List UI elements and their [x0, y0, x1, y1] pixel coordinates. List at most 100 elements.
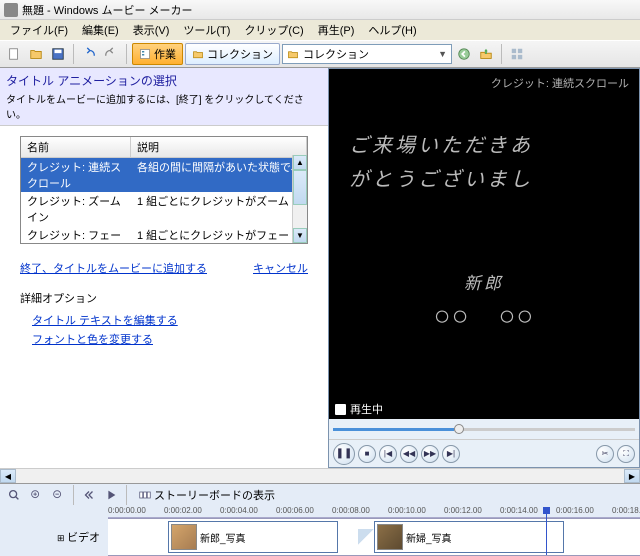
tl-play-button[interactable] — [101, 485, 121, 505]
play-pause-button[interactable]: ❚❚ — [333, 443, 355, 465]
collection-dropdown[interactable]: コレクション ▼ — [282, 44, 452, 64]
row-desc: 1 組ごとにクレジットがフェード イン、フェード アウトします — [131, 227, 307, 244]
clip-thumbnail — [171, 524, 197, 550]
video-track-content[interactable]: 新郎_写真 新婦_写真 — [108, 518, 640, 556]
menu-view[interactable]: 表示(V) — [127, 20, 176, 40]
hscroll-right-icon[interactable]: ▶ — [624, 469, 640, 483]
tl-zoom-out-button[interactable] — [48, 485, 68, 505]
app-icon — [4, 3, 18, 17]
preview-monitor: クレジット: 連続スクロール ご来場いただきあ がとうございまし 新郎 ○○ ○… — [329, 69, 639, 399]
split-button[interactable]: ✂ — [596, 445, 614, 463]
titlebar: 無題 - Windows ムービー メーカー — [0, 0, 640, 20]
list-row[interactable]: クレジット: フェード インとアウト1 組ごとにクレジットがフェード イン、フェ… — [21, 226, 307, 244]
nav-back-button[interactable] — [454, 44, 474, 64]
video-track: ⊞ ビデオ 新郎_写真 新婦_写真 — [0, 518, 640, 556]
task-pane: タイトル アニメーションの選択 タイトルをムービーに追加するには、[終了] をク… — [0, 68, 328, 468]
preview-title: クレジット: 連続スクロール — [491, 75, 629, 91]
new-button[interactable] — [4, 44, 24, 64]
scroll-thumb[interactable] — [293, 170, 307, 205]
list-header: 名前 説明 — [21, 137, 307, 158]
menu-play[interactable]: 再生(P) — [312, 20, 361, 40]
play-status: 再生中 — [329, 399, 639, 419]
stop-button[interactable]: ■ — [358, 445, 376, 463]
separator — [501, 44, 502, 64]
menu-clip[interactable]: クリップ(C) — [238, 20, 309, 40]
edit-title-text-link[interactable]: タイトル テキストを編集する — [32, 312, 308, 328]
menu-help[interactable]: ヘルプ(H) — [362, 20, 422, 40]
next-button[interactable]: ▶| — [442, 445, 460, 463]
view-thumb-button[interactable] — [507, 44, 527, 64]
hscroll-left-icon[interactable]: ◀ — [0, 469, 16, 483]
ruler-tick: 0:00:12.00 — [444, 506, 482, 515]
preview-line1: ご来場いただきあ — [349, 129, 639, 163]
tasks-button[interactable]: 作業 — [132, 43, 183, 65]
separator — [73, 485, 74, 505]
options-section: 詳細オプション タイトル テキストを編集する フォントと色を変更する — [20, 290, 308, 350]
col-name[interactable]: 名前 — [21, 137, 131, 157]
row-name: クレジット: ズーム イン — [21, 193, 131, 225]
rewind-button[interactable]: ◀◀ — [400, 445, 418, 463]
play-status-icon — [335, 404, 346, 415]
redo-button[interactable] — [101, 44, 121, 64]
tl-zoom-in-button[interactable] — [26, 485, 46, 505]
ruler-tick: 0:00:08.00 — [332, 506, 370, 515]
prev-button[interactable]: |◀ — [379, 445, 397, 463]
ruler-tick: 0:00:06.00 — [276, 506, 314, 515]
chevron-down-icon: ▼ — [438, 49, 447, 59]
nav-up-button[interactable] — [476, 44, 496, 64]
link-row: 終了、タイトルをムービーに追加する キャンセル — [20, 260, 308, 276]
timeline-ruler[interactable]: 0:00:00.00 0:00:02.00 0:00:04.00 0:00:06.00… — [108, 506, 640, 518]
clip-2[interactable]: 新婦_写真 — [374, 521, 564, 553]
clip-1[interactable]: 新郎_写真 — [168, 521, 338, 553]
col-desc[interactable]: 説明 — [131, 137, 307, 157]
ruler-tick: 0:00:00.00 — [108, 506, 146, 515]
ruler-tick: 0:00:10.00 — [388, 506, 426, 515]
collections-button[interactable]: コレクション — [185, 43, 280, 65]
clip-label: 新婦_写真 — [406, 530, 452, 545]
ruler-tick: 0:00:04.00 — [220, 506, 258, 515]
fullscreen-button[interactable]: ⛶ — [617, 445, 635, 463]
preview-pane: クレジット: 連続スクロール ご来場いただきあ がとうございまし 新郎 ○○ ○… — [328, 68, 640, 468]
ruler-tick: 0:00:02.00 — [164, 506, 202, 515]
list-row[interactable]: クレジット: 連続スクロール各組の間に間隔があいた状態で、下から上へスクロ — [21, 158, 307, 192]
tl-zoom-button[interactable] — [4, 485, 24, 505]
ruler-tick: 0:00:14.00 — [500, 506, 538, 515]
preview-line2: がとうございまし — [349, 163, 639, 197]
menu-file[interactable]: ファイル(F) — [4, 20, 74, 40]
timeline-area: ストーリーボードの表示 0:00:00.00 0:00:02.00 0:00:04.… — [0, 484, 640, 556]
preview-placeholder: ○○ ○○ — [329, 294, 639, 334]
show-storyboard-button[interactable]: ストーリーボードの表示 — [132, 484, 282, 506]
undo-button[interactable] — [79, 44, 99, 64]
row-desc: 1 組ごとにクレジットがズーム インします — [131, 193, 307, 225]
task-subtitle: タイトルをムービーに追加するには、[終了] をクリックしてください。 — [6, 91, 322, 121]
collection-dropdown-value: コレクション — [303, 46, 369, 62]
scrub-track[interactable] — [333, 428, 635, 431]
scrub-knob[interactable] — [454, 424, 464, 434]
timeline-toolbar: ストーリーボードの表示 — [0, 484, 640, 506]
hscroll-track[interactable] — [16, 469, 624, 483]
separator — [126, 44, 127, 64]
ruler-tick: 0:00:16.00 — [556, 506, 594, 515]
play-status-text: 再生中 — [350, 401, 383, 417]
tl-rewind-button[interactable] — [79, 485, 99, 505]
change-font-color-link[interactable]: フォントと色を変更する — [32, 331, 308, 347]
cancel-link[interactable]: キャンセル — [253, 260, 308, 276]
scroll-down-icon[interactable]: ▼ — [293, 228, 307, 243]
horizontal-scrollbar[interactable]: ◀ ▶ — [0, 468, 640, 484]
playhead[interactable] — [546, 507, 547, 555]
list-scrollbar[interactable]: ▲ ▼ — [292, 155, 307, 243]
menu-tools[interactable]: ツール(T) — [177, 20, 236, 40]
forward-button[interactable]: ▶▶ — [421, 445, 439, 463]
transition-icon[interactable] — [358, 529, 374, 545]
titlebar-text: 無題 - Windows ムービー メーカー — [22, 2, 193, 18]
scrub-bar[interactable] — [329, 419, 639, 439]
open-button[interactable] — [26, 44, 46, 64]
menu-edit[interactable]: 編集(E) — [76, 20, 125, 40]
separator — [126, 485, 127, 505]
save-button[interactable] — [48, 44, 68, 64]
scroll-up-icon[interactable]: ▲ — [293, 155, 307, 170]
list-row[interactable]: クレジット: ズーム イン1 組ごとにクレジットがズーム インします — [21, 192, 307, 226]
done-link[interactable]: 終了、タイトルをムービーに追加する — [20, 260, 207, 276]
task-title: タイトル アニメーションの選択 — [6, 72, 322, 89]
row-name: クレジット: フェード インとアウト — [21, 227, 131, 244]
